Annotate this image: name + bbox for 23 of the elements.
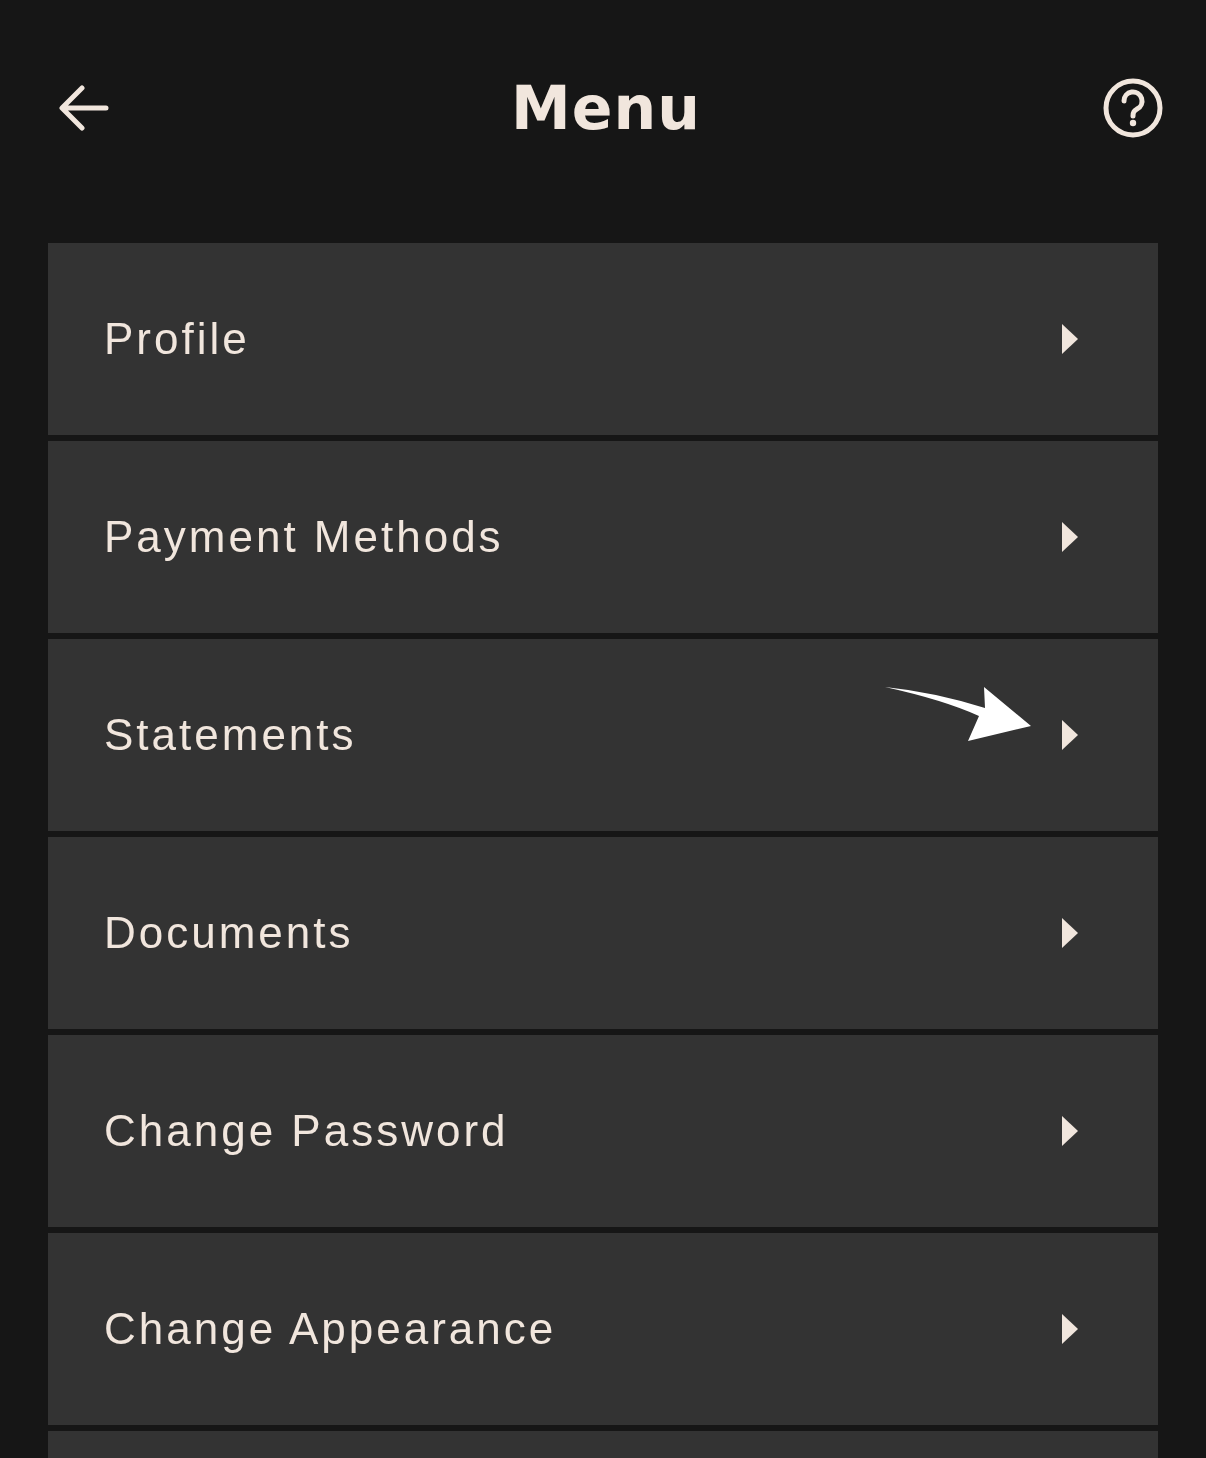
menu-item[interactable]: Change Password (48, 1035, 1158, 1227)
menu-item[interactable]: Payment Methods (48, 441, 1158, 633)
chevron-right-icon (1062, 324, 1078, 354)
help-icon (1102, 76, 1164, 139)
page-title: Menu (511, 72, 701, 143)
menu-item-label: Change Password (104, 1106, 509, 1156)
menu-item-label: Change Appearance (104, 1304, 557, 1354)
help-button[interactable] (1102, 76, 1164, 139)
chevron-right-icon (1062, 1116, 1078, 1146)
menu-item-label: Payment Methods (104, 512, 504, 562)
back-arrow-icon (58, 84, 110, 131)
menu-item-label: Statements (104, 710, 357, 760)
menu-item[interactable]: Documents (48, 837, 1158, 1029)
menu-item-label: Profile (104, 314, 250, 364)
chevron-right-icon (1062, 918, 1078, 948)
menu-item[interactable]: Profile (48, 243, 1158, 435)
back-button[interactable] (58, 84, 110, 131)
chevron-right-icon (1062, 720, 1078, 750)
menu-item-label: Documents (104, 908, 354, 958)
chevron-right-icon (1062, 1314, 1078, 1344)
menu-item[interactable]: Change Appearance (48, 1233, 1158, 1425)
chevron-right-icon (1062, 522, 1078, 552)
menu-item[interactable]: Statements (48, 639, 1158, 831)
